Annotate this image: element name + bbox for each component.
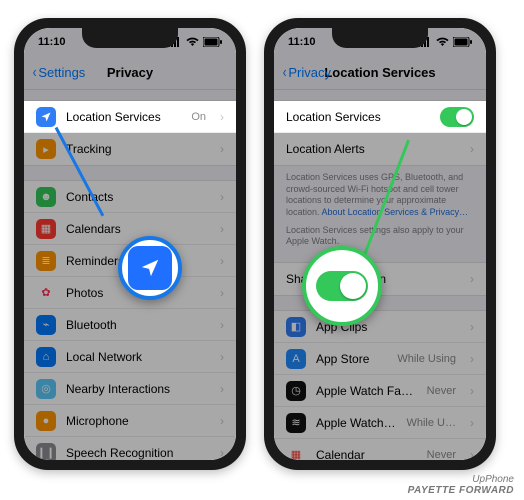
chevron-right-icon: ›: [220, 222, 224, 236]
app-icon: A: [286, 349, 306, 369]
app-icon: ◧: [286, 317, 306, 337]
wifi-icon: [186, 37, 199, 47]
chevron-right-icon: ›: [470, 320, 474, 334]
chevron-right-icon: ›: [220, 382, 224, 396]
app-icon: ⌂: [36, 347, 56, 367]
battery-icon: [203, 37, 222, 47]
chevron-right-icon: ›: [470, 416, 474, 430]
row-label: Contacts: [66, 190, 206, 204]
chevron-right-icon: ›: [220, 190, 224, 204]
app-icon: ▦: [36, 219, 56, 239]
row-label: Location Alerts: [286, 142, 456, 156]
app-icon: ▦: [286, 445, 306, 460]
row-value: While Using: [397, 353, 456, 365]
chevron-right-icon: ›: [470, 448, 474, 460]
chevron-right-icon: ›: [220, 142, 224, 156]
row-location-services-toggle[interactable]: Location Services: [274, 101, 486, 133]
row-label: Apple Watch Faces: [316, 384, 417, 398]
app-icon: ●: [36, 411, 56, 431]
list-item[interactable]: A App Store While Using ›: [274, 343, 486, 375]
nav-bar: ‹ Privacy Location Services: [274, 56, 486, 90]
list-item[interactable]: ▸ Tracking ›: [24, 133, 236, 165]
list-item[interactable]: ● Microphone ›: [24, 405, 236, 437]
list-item[interactable]: ◷ Apple Watch Faces Never ›: [274, 375, 486, 407]
page-title: Privacy: [107, 65, 153, 80]
row-label: Microphone: [66, 414, 206, 428]
notch: [332, 28, 428, 48]
app-icon: ▸: [36, 139, 56, 159]
chevron-right-icon: ›: [220, 350, 224, 364]
zoom-circle-toggle: [302, 246, 382, 326]
chevron-right-icon: ›: [470, 272, 474, 286]
footer-note-2: Location Services settings also apply to…: [274, 219, 486, 248]
row-label: Calendar: [316, 448, 417, 460]
row-label: Nearby Interactions: [66, 382, 206, 396]
chevron-right-icon: ›: [470, 384, 474, 398]
wifi-icon: [436, 37, 449, 47]
chevron-right-icon: ›: [470, 142, 474, 156]
chevron-right-icon: ›: [220, 446, 224, 460]
list-item[interactable]: ⌂ Local Network ›: [24, 341, 236, 373]
row-label: App Store: [316, 352, 387, 366]
row-label: Apple Watch Workout: [316, 416, 396, 430]
row-label: Location Services: [286, 110, 430, 124]
list-item[interactable]: ≋ Apple Watch Workout While U… ›: [274, 407, 486, 439]
list-item[interactable]: ▦ Calendar Never ›: [274, 439, 486, 460]
zoom-circle-location-icon: [118, 236, 182, 300]
location-icon: [36, 107, 56, 127]
row-value: Never: [427, 385, 456, 397]
app-icon: ≋: [286, 413, 306, 433]
toggle-on-icon: [316, 271, 368, 301]
row-value: On: [191, 111, 206, 123]
list-item[interactable]: ◧App Clips›: [274, 311, 486, 343]
chevron-right-icon: ›: [470, 352, 474, 366]
app-icon: ⌁: [36, 315, 56, 335]
app-icon: ◷: [286, 381, 306, 401]
row-value: While U…: [406, 417, 456, 429]
app-icon: ◎: [36, 379, 56, 399]
row-location-alerts[interactable]: Location Alerts ›: [274, 133, 486, 165]
location-arrow-icon: [139, 257, 161, 279]
row-value: Never: [427, 449, 456, 460]
list-item[interactable]: ❙❙ Speech Recognition ›: [24, 437, 236, 460]
back-label: Settings: [38, 65, 85, 80]
chevron-right-icon: ›: [220, 286, 224, 300]
list-item[interactable]: ⌁ Bluetooth ›: [24, 309, 236, 341]
chevron-left-icon: ‹: [283, 65, 287, 81]
status-time: 11:10: [38, 36, 66, 48]
app-icon: ✿: [36, 283, 56, 303]
chevron-right-icon: ›: [220, 318, 224, 332]
back-button[interactable]: ‹ Settings: [32, 65, 85, 81]
chevron-right-icon: ›: [220, 414, 224, 428]
app-icon: ❙❙: [36, 443, 56, 461]
row-label: Location Services: [66, 110, 181, 124]
list-item[interactable]: ◎ Nearby Interactions ›: [24, 373, 236, 405]
list-item[interactable]: ☻ Contacts ›: [24, 181, 236, 213]
row-label: Local Network: [66, 350, 206, 364]
row-label: Tracking: [66, 142, 206, 156]
nav-bar: ‹ Settings Privacy: [24, 56, 236, 90]
chevron-left-icon: ‹: [33, 65, 37, 81]
row-label: Speech Recognition: [66, 446, 206, 460]
page-title: Location Services: [324, 65, 435, 80]
notch: [82, 28, 178, 48]
row-label: Calendars: [66, 222, 206, 236]
chevron-right-icon: ›: [220, 110, 224, 124]
chevron-right-icon: ›: [220, 254, 224, 268]
list-item[interactable]: ▦ Calendars ›: [24, 213, 236, 245]
about-link[interactable]: About Location Services & Privacy…: [322, 207, 469, 217]
app-icon: ≣: [36, 251, 56, 271]
watermark: UpPhone PAYETTE FORWARD: [408, 474, 514, 496]
toggle-on[interactable]: [440, 107, 474, 127]
status-time: 11:10: [288, 36, 316, 48]
phone-left: 11:10 ➤ ‹ Settings Privacy: [14, 18, 246, 470]
back-button[interactable]: ‹ Privacy: [282, 65, 331, 81]
row-label: Bluetooth: [66, 318, 206, 332]
back-label: Privacy: [288, 65, 331, 80]
battery-icon: [453, 37, 472, 47]
phone-right: 11:10 ➤ ‹ Privacy Location Services: [264, 18, 496, 470]
app-icon: ☻: [36, 187, 56, 207]
